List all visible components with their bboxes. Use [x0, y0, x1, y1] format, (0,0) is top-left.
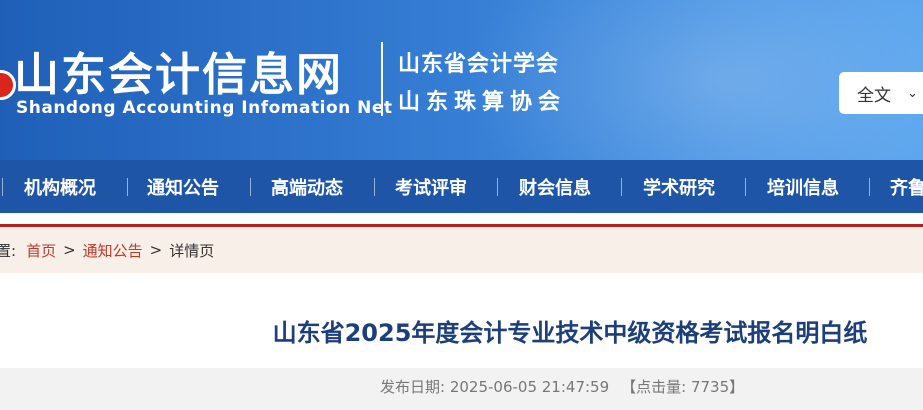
nav-item-research[interactable]: 学术研究: [643, 160, 715, 213]
article-meta: 发布日期: 2025-06-05 21:47:59 【点击量: 7735】: [380, 376, 744, 397]
article-meta-bar: 发布日期: 2025-06-05 21:47:59 【点击量: 7735】: [0, 368, 923, 410]
site-title[interactable]: 山东会计信息网: [14, 38, 343, 103]
publish-date: 发布日期: 2025-06-05 21:47:59: [380, 378, 610, 396]
nav-item-notices[interactable]: 通知公告: [147, 160, 219, 213]
nav-separator: [745, 178, 746, 196]
header-divider: [381, 42, 383, 116]
search-scope-value: 全文: [857, 85, 891, 106]
article-title: 山东省2025年度会计专业技术中级资格考试报名明白纸: [272, 319, 868, 347]
nav-separator: [374, 178, 375, 196]
nav-item-news[interactable]: 高端动态: [271, 160, 343, 213]
org-abacus-association: 山东珠算协会: [398, 90, 567, 115]
breadcrumb-separator: >: [149, 241, 163, 259]
search-scope-select[interactable]: 全文 ⌄: [839, 72, 923, 114]
nav-item-exams[interactable]: 考试评审: [395, 160, 467, 213]
site-header: 山东会计信息网 Shandong Accounting Infomation N…: [0, 0, 923, 160]
breadcrumb-notices-link[interactable]: 通知公告: [83, 240, 143, 261]
main-nav: 机构概况 通知公告 高端动态 考试评审 财会信息 学术研究 培训信息 齐鲁: [0, 160, 923, 213]
nav-item-training[interactable]: 培训信息: [767, 160, 839, 213]
nav-separator: [2, 178, 3, 196]
chevron-down-icon: ⌄: [907, 85, 918, 101]
nav-separator: [621, 178, 622, 196]
breadcrumb-separator: >: [63, 241, 76, 259]
site-title-en: Shandong Accounting Infomation Net: [16, 98, 393, 118]
breadcrumb-home-link[interactable]: 首页: [26, 240, 56, 261]
nav-item-qilu[interactable]: 齐鲁: [890, 160, 923, 213]
nav-separator: [869, 178, 870, 196]
breadcrumb-prefix: 置:: [0, 241, 17, 260]
org-accounting-society: 山东省会计学会: [398, 52, 560, 77]
breadcrumb: 置: 首页 > 通知公告 > 详情页: [0, 227, 923, 273]
nav-separator: [127, 178, 128, 196]
nav-item-about[interactable]: 机构概况: [24, 160, 96, 213]
click-count: 【点击量: 7735】: [621, 378, 745, 396]
nav-separator: [497, 178, 498, 196]
nav-separator: [250, 178, 251, 196]
nav-item-finance-info[interactable]: 财会信息: [519, 160, 591, 213]
article-content: 山东省2025年度会计专业技术中级资格考试报名明白纸 发布日期: 2025-06…: [0, 273, 923, 410]
breadcrumb-current: 详情页: [169, 241, 215, 260]
